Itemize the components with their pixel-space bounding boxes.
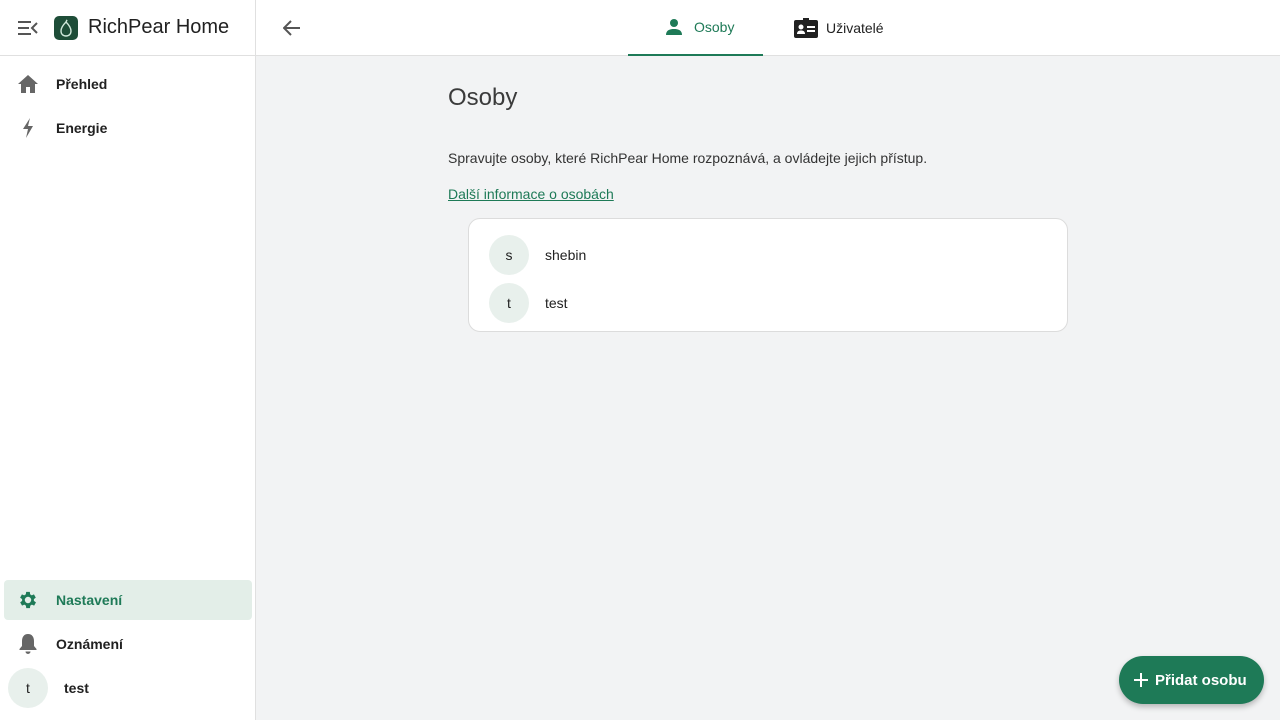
back-button[interactable]	[276, 12, 308, 44]
sidebar-item-label: Oznámení	[56, 636, 123, 652]
tab-users[interactable]: Uživatelé	[794, 0, 914, 56]
gear-icon	[16, 588, 40, 612]
tab-persons[interactable]: Osoby	[628, 0, 763, 56]
page-description: Spravujte osoby, které RichPear Home roz…	[448, 150, 928, 166]
list-item[interactable]: s shebin	[469, 231, 1067, 279]
bell-icon	[16, 632, 40, 656]
sidebar-item-notifications[interactable]: Oznámení	[4, 624, 252, 664]
arrow-left-icon	[283, 20, 300, 36]
sidebar-user-profile[interactable]: t test	[8, 668, 89, 708]
page-title: Osoby	[448, 84, 518, 111]
home-icon	[16, 72, 40, 96]
sidebar-item-energy[interactable]: Energie	[4, 108, 252, 148]
sidebar-item-overview[interactable]: Přehled	[4, 64, 252, 104]
id-card-icon	[794, 16, 818, 40]
menu-collapse-icon	[18, 20, 38, 35]
lightning-icon	[16, 116, 40, 140]
menu-toggle-button[interactable]	[0, 0, 56, 56]
add-person-button[interactable]: Přidat osobu	[1119, 656, 1264, 704]
app-logo	[54, 15, 78, 40]
tab-label: Osoby	[694, 19, 735, 35]
plus-icon	[1134, 673, 1148, 687]
persons-list-card: s shebin t test	[468, 218, 1068, 332]
avatar: t	[489, 283, 529, 323]
sidebar-item-label: Přehled	[56, 76, 108, 92]
person-name: test	[545, 295, 568, 311]
sidebar: RichPear Home Přehled Energie Nastavení	[0, 0, 256, 720]
avatar: s	[489, 235, 529, 275]
app-root: RichPear Home Přehled Energie Nastavení	[0, 0, 1280, 720]
tab-label: Uživatelé	[826, 20, 884, 36]
person-name: shebin	[545, 247, 587, 263]
app-title: RichPear Home	[88, 16, 230, 38]
sidebar-header: RichPear Home	[0, 0, 255, 56]
sidebar-item-settings[interactable]: Nastavení	[4, 580, 252, 620]
main-content: Osoby Spravujte osoby, které RichPear Ho…	[256, 56, 1280, 720]
list-item[interactable]: t test	[469, 279, 1067, 327]
sidebar-item-label: Nastavení	[56, 592, 123, 608]
pear-logo-icon	[60, 19, 72, 37]
sidebar-item-label: Energie	[56, 120, 108, 136]
add-person-label: Přidat osobu	[1155, 671, 1247, 689]
user-name: test	[64, 680, 89, 696]
person-icon	[662, 15, 686, 39]
top-toolbar: Osoby Uživatelé	[256, 0, 1280, 56]
avatar: t	[8, 668, 48, 708]
learn-more-link[interactable]: Další informace o osobách	[448, 186, 614, 202]
